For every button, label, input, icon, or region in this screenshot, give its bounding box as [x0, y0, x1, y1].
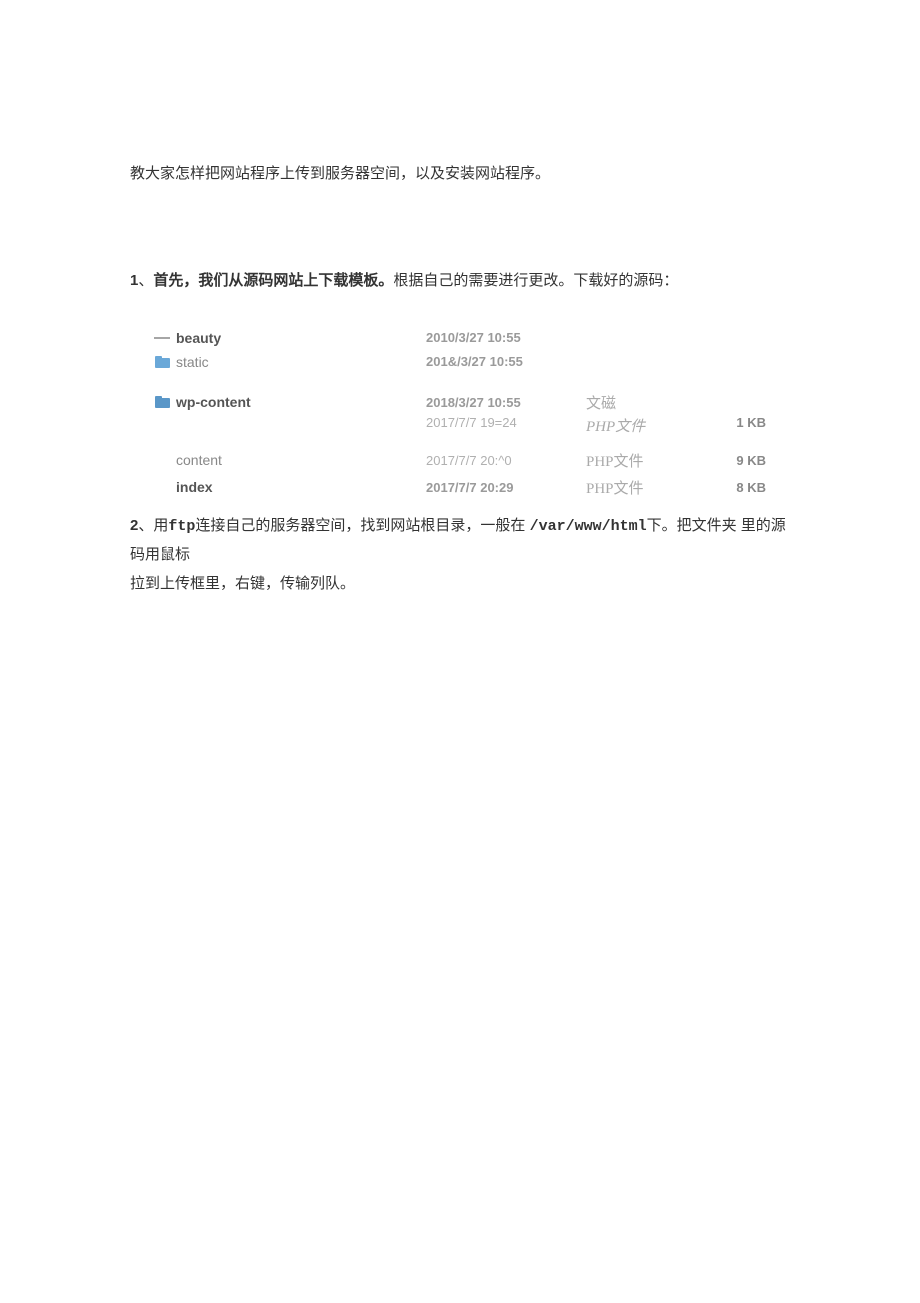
step-2-text-a: 用	[153, 517, 168, 534]
line-icon	[154, 331, 172, 345]
file-name: index	[176, 479, 426, 495]
folder-icon	[154, 395, 172, 409]
file-type: PHP文件	[586, 477, 706, 498]
file-date: 2017/7/7 20:^0	[426, 453, 586, 468]
file-type: PHP文件	[586, 450, 706, 471]
step-1-rest: 根据自己的需要进行更改。下载好的源码：	[393, 272, 678, 289]
file-row: index 2017/7/7 20:29 PHP文件 8 KB	[154, 475, 790, 498]
file-date: 2017/7/7 19=24	[426, 415, 586, 436]
file-row: static 201&/3/27 10:55	[154, 350, 790, 374]
blank-icon	[154, 480, 172, 494]
file-date: 201&/3/27 10:55	[426, 354, 586, 369]
file-size: 1 KB	[706, 415, 766, 436]
file-date: 2018/3/27 10:55	[426, 395, 586, 410]
step-2-text-b: 连接自己的服务器空间，找到网站根目录，一般在	[195, 517, 529, 534]
file-size: 9 KB	[706, 453, 766, 468]
file-name: content	[176, 452, 426, 468]
folder-icon	[154, 355, 172, 369]
step-2-line2: 拉到上传框里，右键，传输列队。	[130, 575, 355, 592]
step-1-bold: 首先，我们从源码网站上下载模板。	[153, 272, 393, 289]
step-2-sep: 、	[138, 517, 153, 534]
intro-text: 教大家怎样把网站程序上传到服务器空间，以及安装网站程序。	[130, 160, 790, 187]
file-date: 2010/3/27 10:55	[426, 330, 586, 345]
file-size: 8 KB	[706, 480, 766, 495]
step-2-path: /var/www/html	[530, 518, 647, 535]
file-row: 2017/7/7 19=24 PHP文件 1 KB	[176, 415, 790, 436]
file-row: wp-content 2018/3/27 10:55 文磁	[154, 388, 790, 417]
file-name: wp-content	[176, 394, 426, 410]
file-name: beauty	[176, 330, 426, 346]
file-name	[176, 415, 426, 436]
blank-icon	[154, 453, 172, 467]
step-1-sep: 、	[138, 272, 153, 289]
file-type: 文磁	[586, 392, 706, 413]
step-2-ftp: ftp	[168, 518, 195, 535]
step-1: 1、首先，我们从源码网站上下载模板。根据自己的需要进行更改。下载好的源码：	[130, 267, 790, 296]
file-row: beauty 2010/3/27 10:55	[154, 326, 790, 350]
step-2: 2、用ftp连接自己的服务器空间，找到网站根目录，一般在 /var/www/ht…	[130, 512, 790, 599]
file-date: 2017/7/7 20:29	[426, 480, 586, 495]
file-row: content 2017/7/7 20:^0 PHP文件 9 KB	[154, 446, 790, 475]
file-list: beauty 2010/3/27 10:55 static 201&/3/27 …	[154, 326, 790, 498]
file-type: PHP文件	[586, 415, 706, 436]
file-name: static	[176, 354, 426, 370]
